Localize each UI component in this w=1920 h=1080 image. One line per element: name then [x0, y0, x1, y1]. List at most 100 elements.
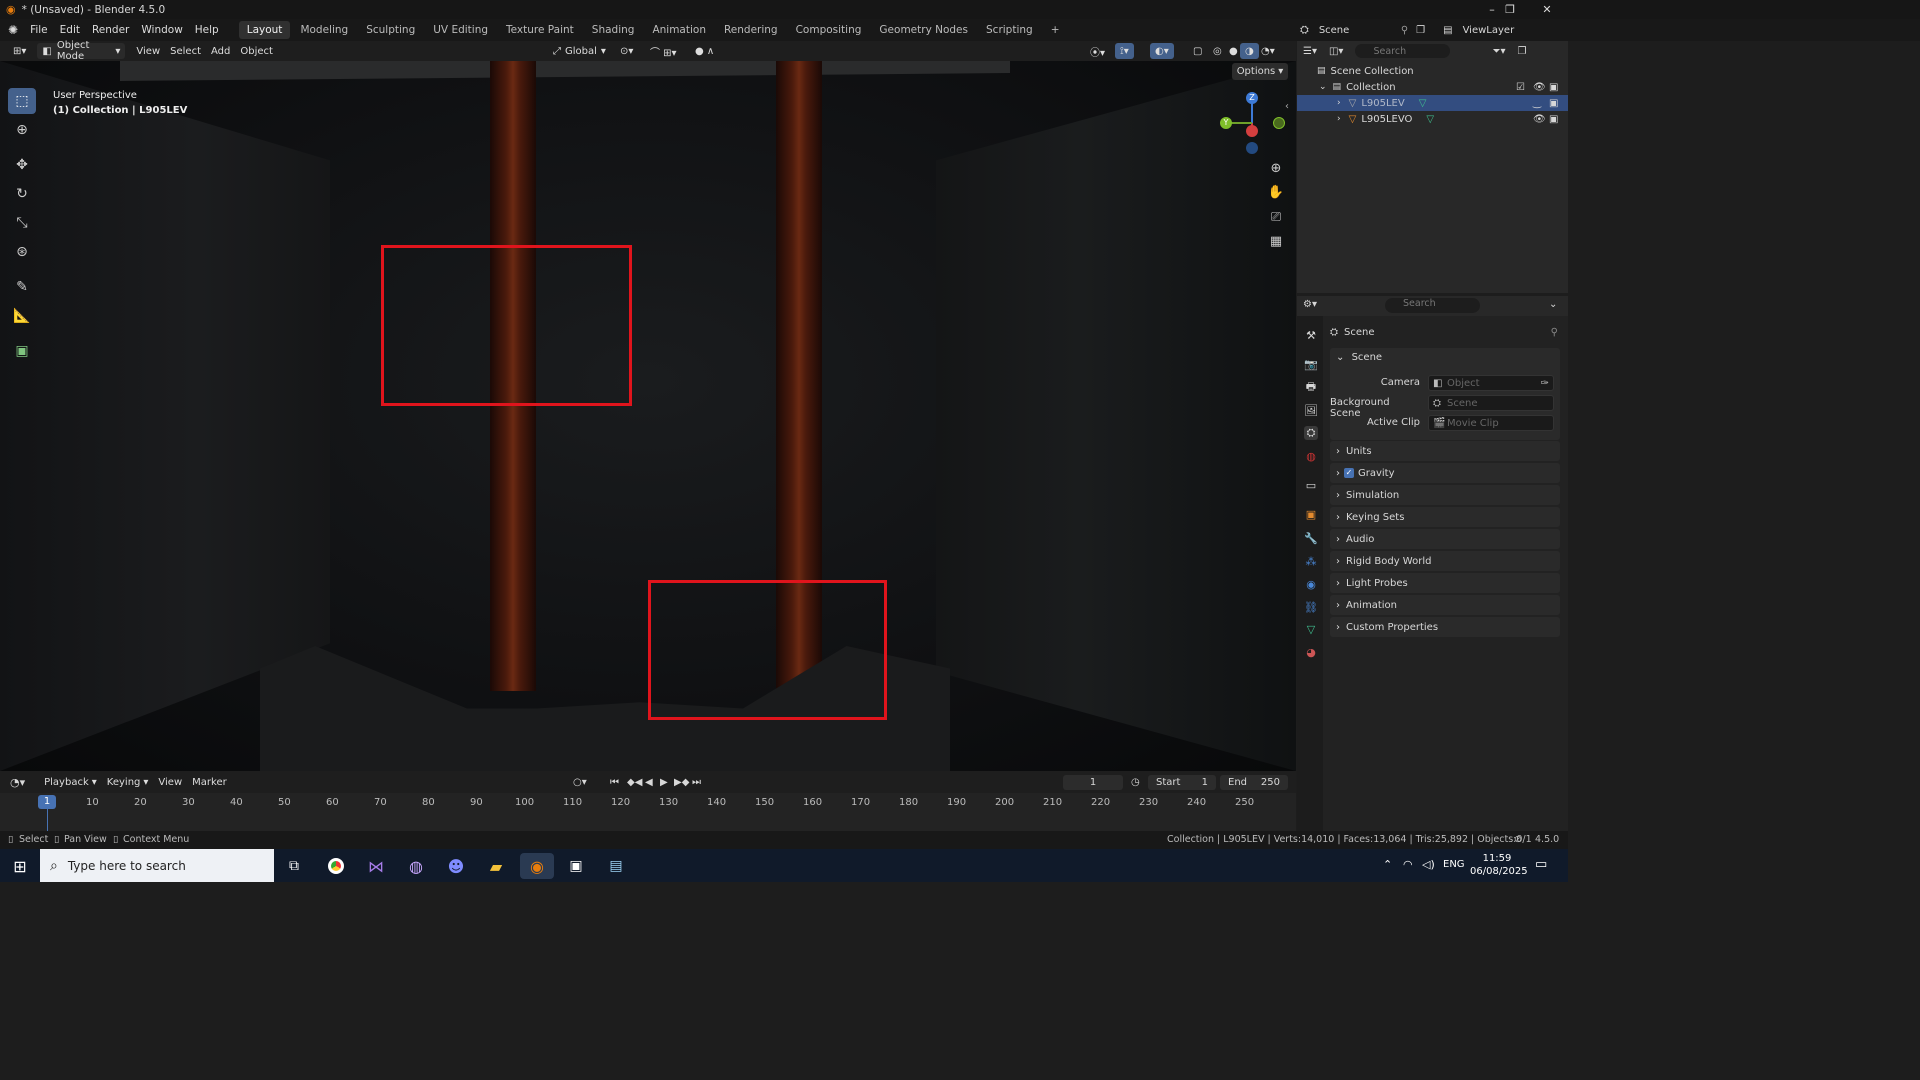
volume-icon[interactable]: ◁)	[1422, 858, 1435, 871]
visibility-eye-icon[interactable]: 👁	[1533, 82, 1546, 93]
current-frame-field[interactable]: 1	[1063, 774, 1123, 790]
eyedropper-icon[interactable]: ✑	[1541, 378, 1549, 389]
measure-icon[interactable]: 📐	[8, 303, 36, 329]
mode-dropdown[interactable]: ◧ Object Mode ▾	[37, 40, 126, 62]
tab-scripting[interactable]: Scripting	[978, 21, 1041, 39]
render-camera-icon[interactable]: ▣	[1549, 114, 1558, 125]
visibility-eye-icon[interactable]: 👁	[1533, 114, 1546, 125]
outliner-row-object[interactable]: › ▽ L905LEVO ▽ 👁 ▣	[1297, 111, 1568, 127]
camera-view-icon[interactable]: ⎚	[1266, 207, 1286, 227]
new-collection-icon[interactable]: ❐	[1517, 46, 1526, 57]
data-tab-icon[interactable]: ▽	[1304, 622, 1318, 636]
menu-object[interactable]: Object	[235, 43, 278, 59]
outliner-search-input[interactable]: Search	[1355, 44, 1451, 58]
taskbar-search-input[interactable]: ⌕ Type here to search	[40, 849, 274, 882]
jump-end-icon[interactable]: ⏭	[692, 777, 701, 788]
next-keyframe-icon[interactable]: ▶◆	[674, 777, 689, 788]
visual-studio-icon[interactable]: ⋈	[363, 853, 389, 879]
view-layer-tab-icon[interactable]: 🖼	[1304, 403, 1318, 417]
hidden-eye-icon[interactable]: ‿	[1533, 98, 1541, 109]
tab-animation[interactable]: Animation	[644, 21, 714, 39]
menu-timeline-view[interactable]: View	[153, 774, 187, 790]
scene-panel-header[interactable]: ⌄ Scene	[1336, 352, 1382, 363]
github-desktop-icon[interactable]: ◍	[403, 853, 429, 879]
scene-name-field[interactable]: Scene	[1319, 25, 1389, 36]
panel-audio[interactable]: › Audio	[1330, 529, 1560, 549]
playhead[interactable]: 1	[38, 795, 56, 809]
collection-tab-icon[interactable]: ▭	[1304, 478, 1318, 492]
gizmo-neg-z-axis[interactable]	[1246, 142, 1258, 154]
outliner-row-object[interactable]: › ▽ L905LEV ▽ ‿ ▣	[1297, 95, 1568, 111]
filter-icon[interactable]: ⏷▾	[1492, 46, 1505, 57]
menu-render[interactable]: Render	[86, 24, 135, 36]
discord-icon[interactable]: ☻	[443, 853, 469, 879]
overlay-toggle-icon[interactable]: ◐▾	[1150, 43, 1174, 59]
output-tab-icon[interactable]: 🖶	[1304, 380, 1318, 394]
scale-icon[interactable]: ⤡	[8, 210, 36, 236]
xray-icon[interactable]: ▢	[1188, 43, 1207, 59]
panel-simulation[interactable]: › Simulation	[1330, 485, 1560, 505]
render-camera-icon[interactable]: ▣	[1549, 98, 1558, 109]
gizmo-y-axis[interactable]: Y	[1220, 117, 1232, 129]
file-explorer-icon[interactable]: ▰	[483, 853, 509, 879]
perspective-toggle-icon[interactable]: ▦	[1266, 231, 1286, 251]
render-camera-icon[interactable]: ▣	[1549, 82, 1558, 93]
wifi-icon[interactable]: ◠	[1403, 858, 1413, 871]
menu-keying[interactable]: Keying ▾	[102, 774, 154, 790]
zoom-icon[interactable]: ⊕	[1266, 158, 1286, 178]
menu-select[interactable]: Select	[165, 43, 206, 59]
play-icon[interactable]: ▶	[660, 777, 668, 788]
menu-help[interactable]: Help	[189, 24, 225, 36]
gizmo-z-axis[interactable]: Z	[1246, 92, 1258, 104]
panel-rigid-body-world[interactable]: › Rigid Body World	[1330, 551, 1560, 571]
prev-keyframe-icon[interactable]: ◆◀	[627, 777, 642, 788]
tab-rendering[interactable]: Rendering	[716, 21, 786, 39]
new-scene-icon[interactable]: ❐	[1416, 25, 1425, 36]
clock[interactable]: 11:59 06/08/2025	[1470, 852, 1528, 878]
modifier-tab-icon[interactable]: 🔧	[1304, 531, 1318, 545]
play-reverse-icon[interactable]: ◀	[645, 777, 653, 788]
tab-uv-editing[interactable]: UV Editing	[425, 21, 496, 39]
particles-tab-icon[interactable]: ⁂	[1304, 554, 1318, 568]
shading-rendered-icon[interactable]: ◔▾	[1256, 43, 1280, 59]
tab-geometry-nodes[interactable]: Geometry Nodes	[871, 21, 976, 39]
add-cube-icon[interactable]: ▣	[8, 338, 36, 364]
app-icon[interactable]: ▣	[563, 853, 589, 879]
outliner-row-collection[interactable]: ⌄ ▤ Collection ☑ 👁 ▣	[1297, 79, 1568, 95]
orientation-dropdown[interactable]: ⤢ Global ▾	[548, 43, 611, 59]
menu-playback[interactable]: Playback ▾	[39, 774, 102, 790]
constraints-tab-icon[interactable]: ⛓	[1304, 600, 1318, 614]
panel-keying-sets[interactable]: › Keying Sets	[1330, 507, 1560, 527]
expand-icon[interactable]: ⌄	[1319, 82, 1327, 92]
world-tab-icon[interactable]: ◍	[1304, 449, 1318, 463]
material-tab-icon[interactable]: ◕	[1304, 645, 1318, 659]
editor-type-icon[interactable]: ⚙▾	[1303, 299, 1317, 310]
language-indicator[interactable]: ENG	[1443, 859, 1465, 870]
scene-tab-icon[interactable]: ⛭	[1304, 426, 1318, 440]
tab-texture-paint[interactable]: Texture Paint	[498, 21, 582, 39]
view-layer-field[interactable]: ViewLayer	[1463, 25, 1515, 36]
chrome-icon[interactable]	[323, 853, 349, 879]
properties-search-input[interactable]: Search	[1385, 298, 1480, 313]
tab-compositing[interactable]: Compositing	[788, 21, 870, 39]
menu-view[interactable]: View	[131, 43, 165, 59]
close-window-button[interactable]: ✕	[1530, 0, 1564, 19]
object-tab-icon[interactable]: ▣	[1304, 507, 1318, 521]
panel-animation[interactable]: › Animation	[1330, 595, 1560, 615]
exclude-checkbox[interactable]: ☑	[1516, 82, 1525, 93]
cursor-icon[interactable]: ⊕	[8, 117, 36, 143]
tab-modeling[interactable]: Modeling	[292, 21, 356, 39]
jump-start-icon[interactable]: ⏮	[610, 777, 619, 788]
transform-icon[interactable]: ⊛	[8, 239, 36, 265]
camera-field[interactable]: ◧ Object ✑	[1428, 375, 1554, 391]
blender-menu-icon[interactable]: ✺	[8, 23, 18, 37]
maximize-button[interactable]: ❐	[1493, 0, 1527, 19]
gizmo-x-axis[interactable]	[1246, 125, 1258, 137]
3d-viewport[interactable]: Options ▾ ‹	[0, 61, 1296, 771]
menu-edit[interactable]: Edit	[54, 24, 86, 36]
expand-icon[interactable]: ›	[1337, 98, 1341, 108]
task-view-icon[interactable]: ⧉	[281, 853, 307, 879]
pin-icon[interactable]: ⚲	[1551, 327, 1558, 338]
auto-keying-icon[interactable]: ○▾	[573, 777, 587, 788]
editor-type-icon[interactable]: ⊞▾	[8, 43, 31, 59]
